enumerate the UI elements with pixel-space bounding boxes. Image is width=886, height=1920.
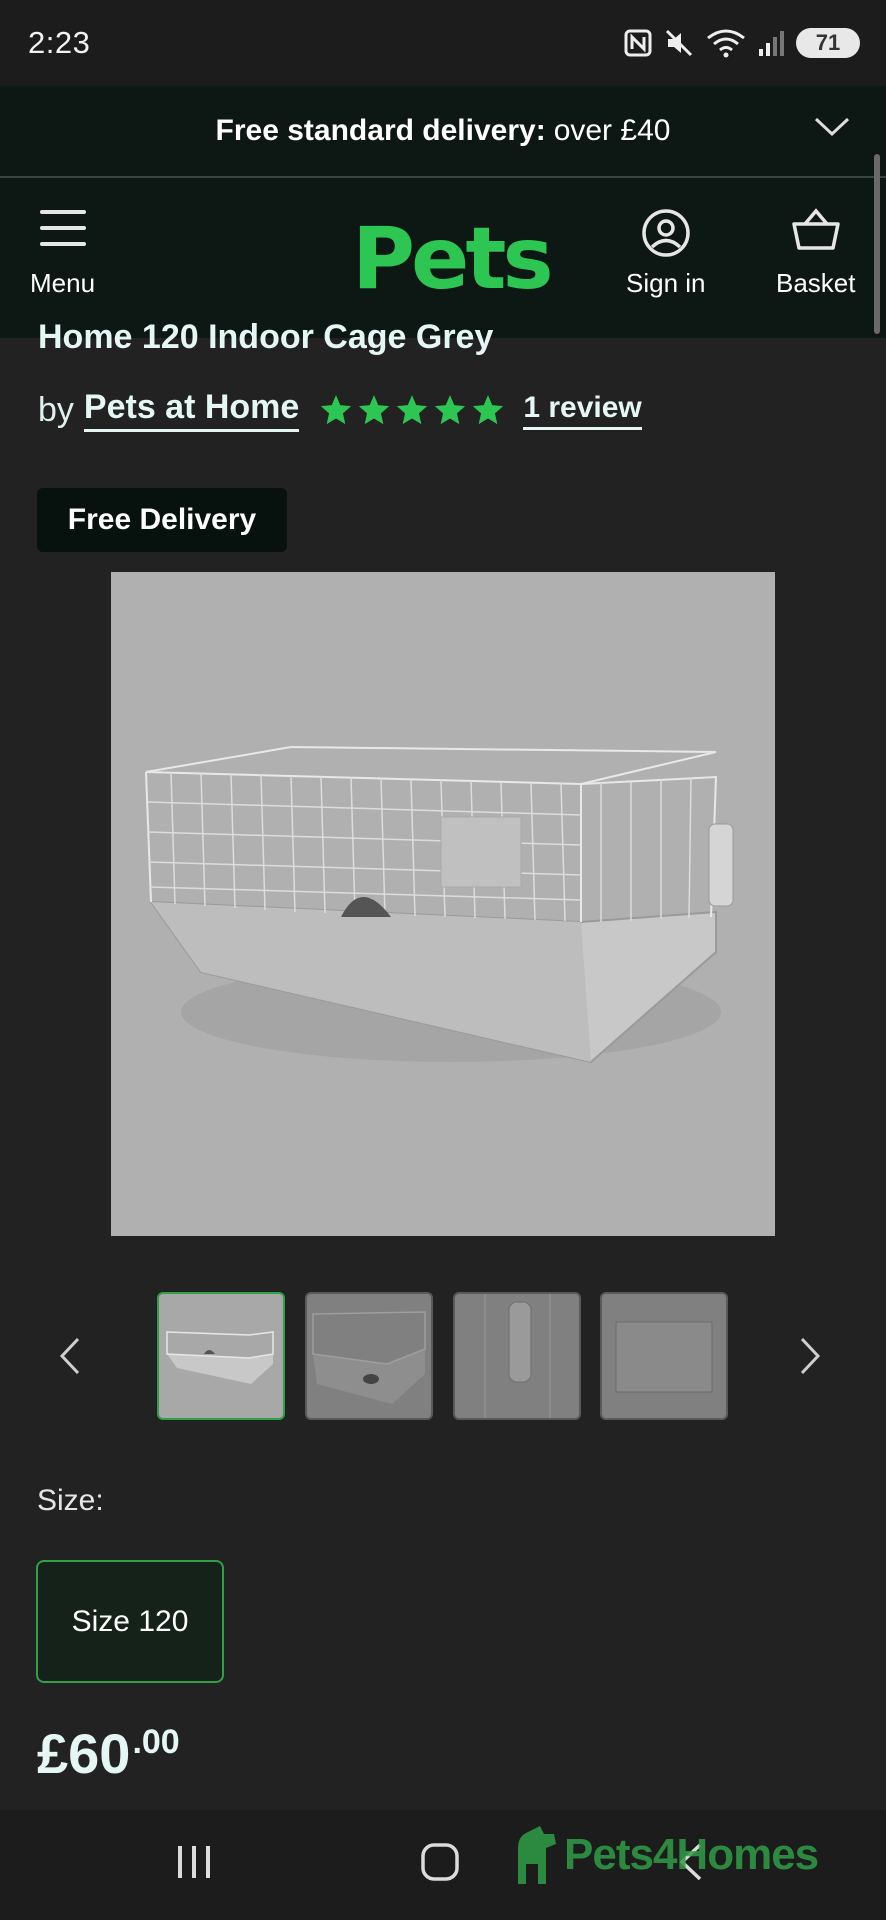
thumbnail-2[interactable] (305, 1292, 433, 1420)
hayrack-thumbnail (615, 1321, 713, 1393)
hamburger-icon (39, 210, 86, 246)
menu-button[interactable]: Menu (30, 208, 95, 299)
chevron-left-icon[interactable] (58, 1336, 82, 1376)
chevron-right-icon[interactable] (798, 1336, 822, 1376)
product-image[interactable] (111, 572, 775, 1236)
mute-icon (665, 29, 693, 57)
dog-logo-icon (518, 1826, 556, 1884)
by-label: by (38, 390, 74, 429)
cage-illustration (145, 746, 734, 1064)
recent-apps-icon[interactable] (176, 1844, 212, 1880)
star-icon (321, 395, 352, 425)
site-header: Menu Pets Sign in Basket (0, 178, 886, 338)
cage-thumbnail (312, 1311, 426, 1404)
basket-label: Basket (776, 268, 856, 298)
battery-indicator: 71 (796, 28, 860, 58)
thumbnail-4[interactable] (600, 1292, 728, 1420)
watermark-text: Pets4Homes (564, 1830, 819, 1879)
sign-in-label: Sign in (626, 268, 706, 298)
star-icon (359, 395, 390, 425)
sign-in-button[interactable]: Sign in (626, 208, 706, 299)
delivery-banner[interactable]: Free standard delivery: over £40 (0, 86, 886, 178)
price-decimal: .00 (132, 1723, 180, 1761)
review-link[interactable]: 1 review (523, 391, 642, 430)
star-icon (435, 395, 466, 425)
watermark: Pets4Homes (512, 1826, 819, 1884)
scrollbar[interactable] (874, 154, 880, 334)
basket-button[interactable]: Basket (776, 208, 856, 299)
status-bar: 2:23 71 (0, 0, 886, 86)
signal-icon (759, 31, 784, 56)
menu-label: Menu (30, 268, 96, 298)
pets-logo[interactable]: Pets (352, 214, 554, 304)
price-main: £60 (37, 1722, 131, 1785)
size-label: Size: (37, 1484, 104, 1517)
thumbnail-1[interactable] (157, 1292, 285, 1420)
status-icons: 71 (624, 28, 860, 58)
star-icon (397, 395, 428, 425)
price: £60 .00 (37, 1722, 180, 1786)
bottle-thumbnail (484, 1294, 551, 1418)
star-icon (473, 395, 504, 425)
status-time: 2:23 (28, 25, 91, 60)
thumbnail-3[interactable] (453, 1292, 581, 1420)
delivery-banner-bold: Free standard delivery: (215, 114, 546, 147)
chevron-down-icon[interactable] (814, 116, 850, 138)
basket-icon (792, 208, 840, 250)
user-icon (642, 209, 690, 257)
size-option-120[interactable]: Size 120 (36, 1560, 224, 1683)
cage-thumbnail (166, 1331, 274, 1384)
brand-link[interactable]: Pets at Home (83, 388, 300, 432)
by-line: by Pets at Home 1 review (38, 388, 642, 432)
nfc-icon (624, 29, 652, 57)
star-rating (319, 393, 505, 427)
wifi-icon (707, 29, 745, 58)
product-title: Home 120 Indoor Cage Grey (38, 318, 494, 356)
free-delivery-badge: Free Delivery (37, 488, 287, 552)
delivery-banner-rest: over £40 (553, 114, 671, 147)
home-icon[interactable] (420, 1842, 460, 1882)
